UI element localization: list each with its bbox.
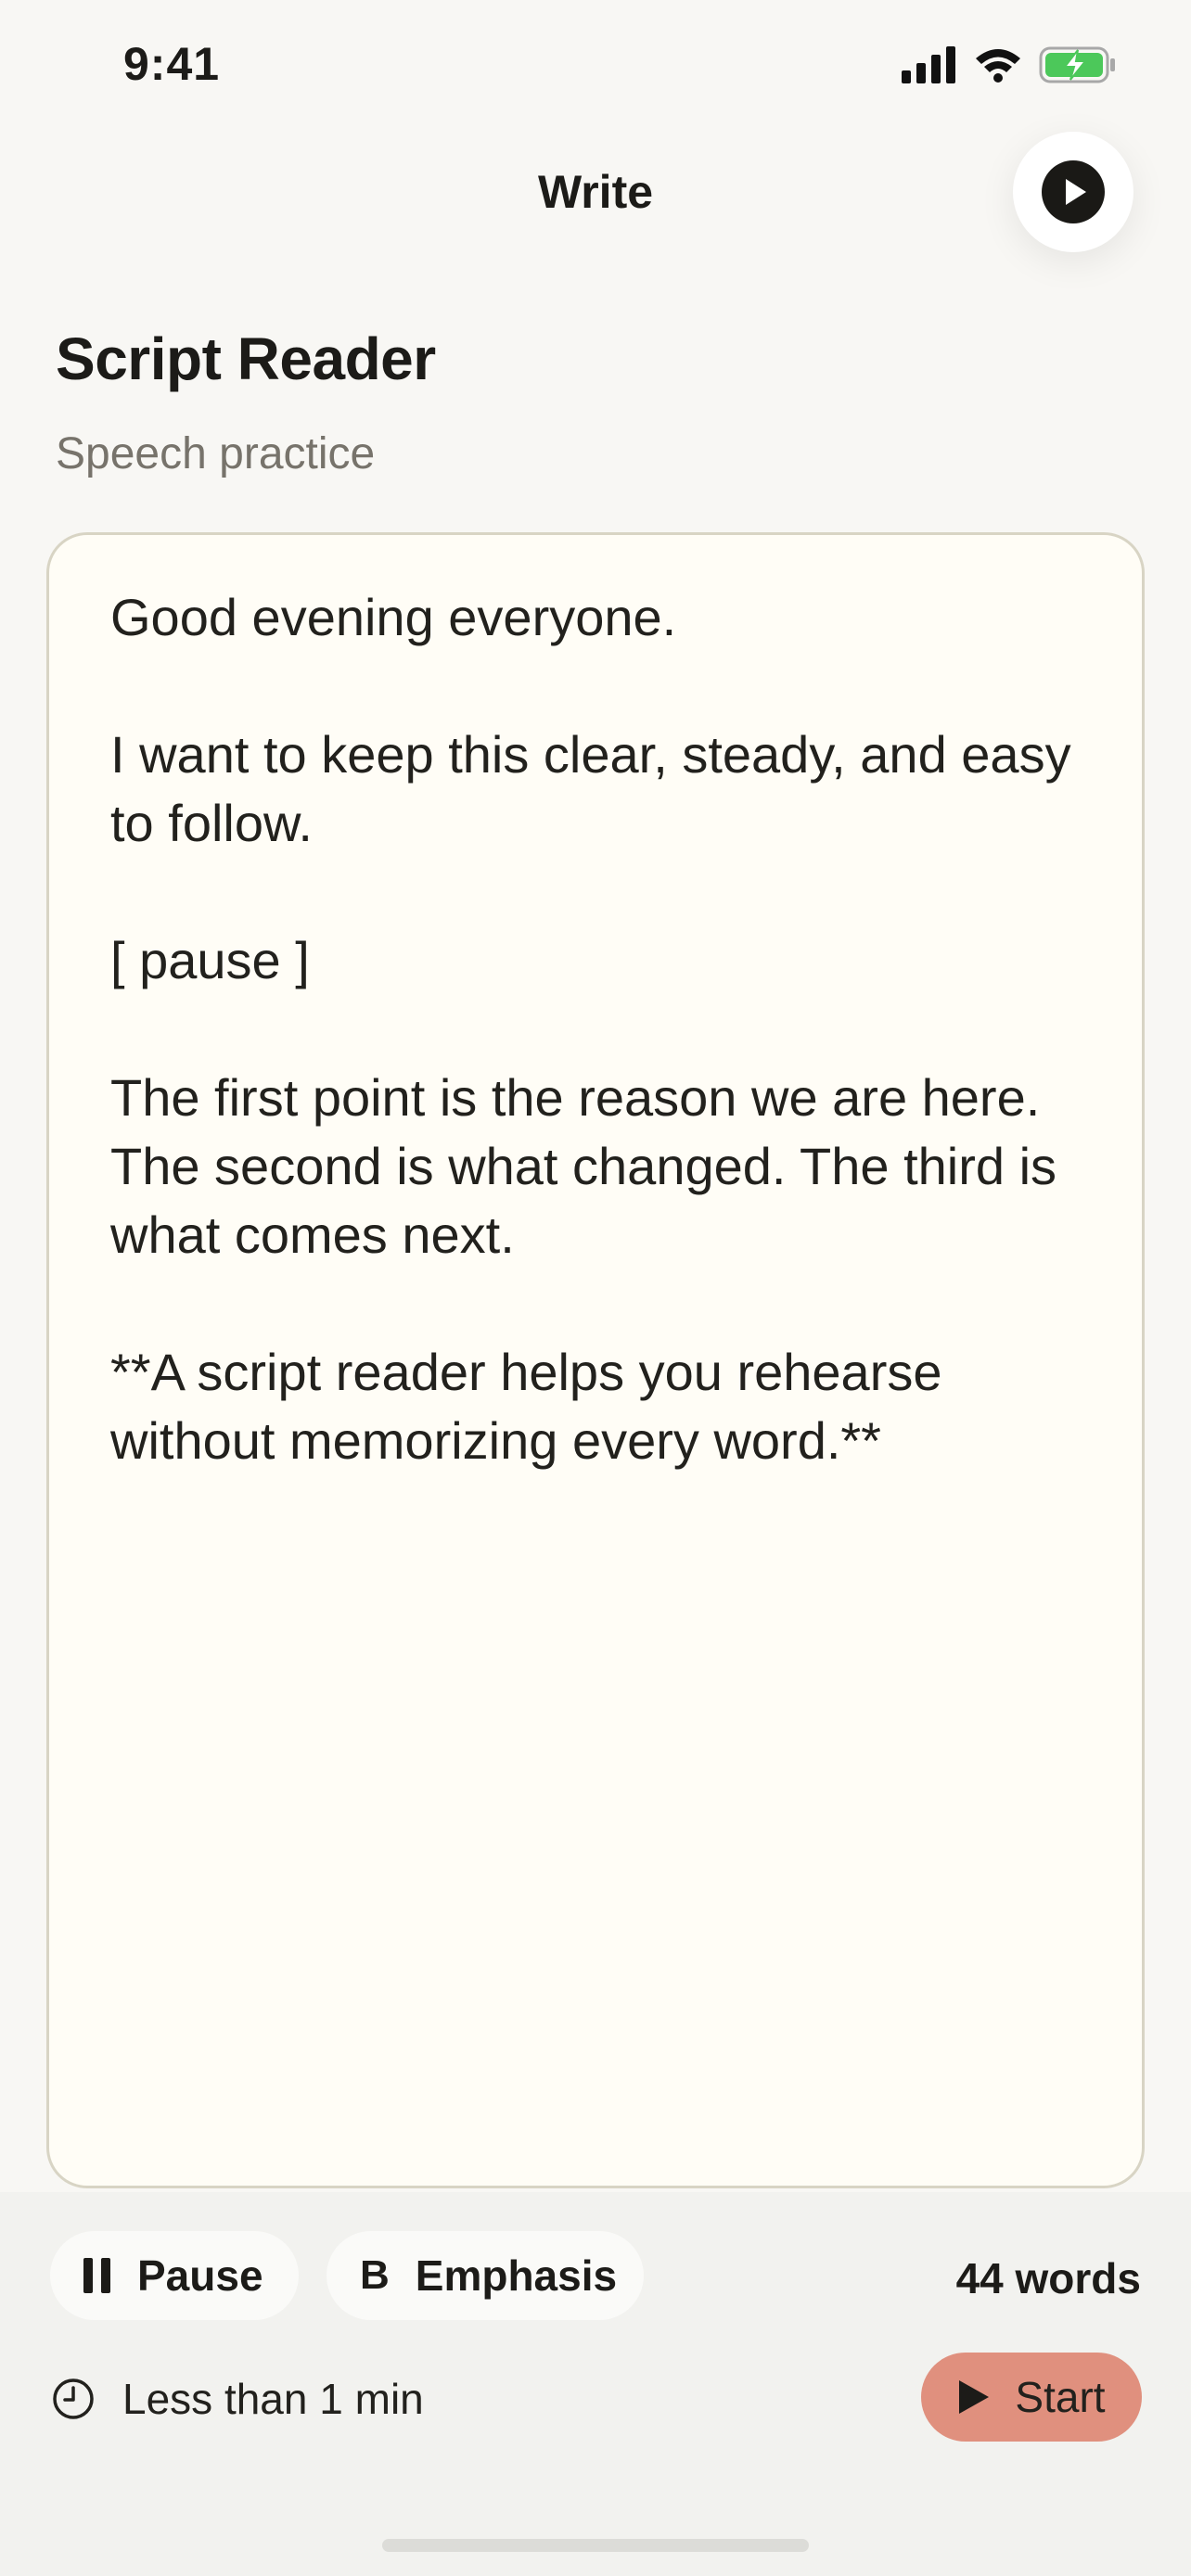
insert-pause-button[interactable]: Pause <box>50 2231 299 2320</box>
play-button[interactable] <box>1013 132 1133 252</box>
script-paragraph: [ pause ] <box>110 931 310 989</box>
bottom-toolbar: Pause B Emphasis 44 words Less than 1 mi… <box>0 2192 1191 2576</box>
wifi-icon <box>976 49 1020 83</box>
battery-charging-icon <box>1039 46 1115 83</box>
pause-icon <box>83 2258 110 2293</box>
play-circle-icon <box>1042 160 1105 223</box>
script-paragraph: I want to keep this clear, steady, and e… <box>110 725 1071 852</box>
pause-label: Pause <box>137 2251 263 2300</box>
duration-estimate: Less than 1 min <box>52 2374 424 2424</box>
signal-icon <box>902 46 955 83</box>
script-editor[interactable]: Good evening everyone. I want to keep th… <box>46 532 1145 2188</box>
page-subtitle: Speech practice <box>56 429 376 478</box>
clock-icon <box>53 2378 94 2419</box>
status-icons <box>902 46 1117 83</box>
status-time: 9:41 <box>123 38 221 90</box>
page-title: Script Reader <box>56 325 436 392</box>
start-button[interactable]: Start <box>921 2353 1142 2442</box>
script-paragraph: **A script reader helps you rehearse wit… <box>110 1343 942 1470</box>
duration-label: Less than 1 min <box>122 2375 424 2423</box>
script-paragraph: Good evening everyone. <box>110 588 677 646</box>
start-label: Start <box>1015 2373 1106 2421</box>
emphasis-label: Emphasis <box>415 2251 618 2300</box>
bold-icon: B <box>360 2252 390 2298</box>
emphasis-button[interactable]: B Emphasis <box>327 2231 644 2320</box>
play-icon <box>959 2380 990 2414</box>
home-indicator <box>382 2539 809 2552</box>
script-reader-screen: 9:41 Write Script Reader Speech practice <box>0 0 1191 2576</box>
word-count: 44 words <box>955 2254 1141 2302</box>
script-paragraph: The first point is the reason we are her… <box>110 1068 1057 1264</box>
